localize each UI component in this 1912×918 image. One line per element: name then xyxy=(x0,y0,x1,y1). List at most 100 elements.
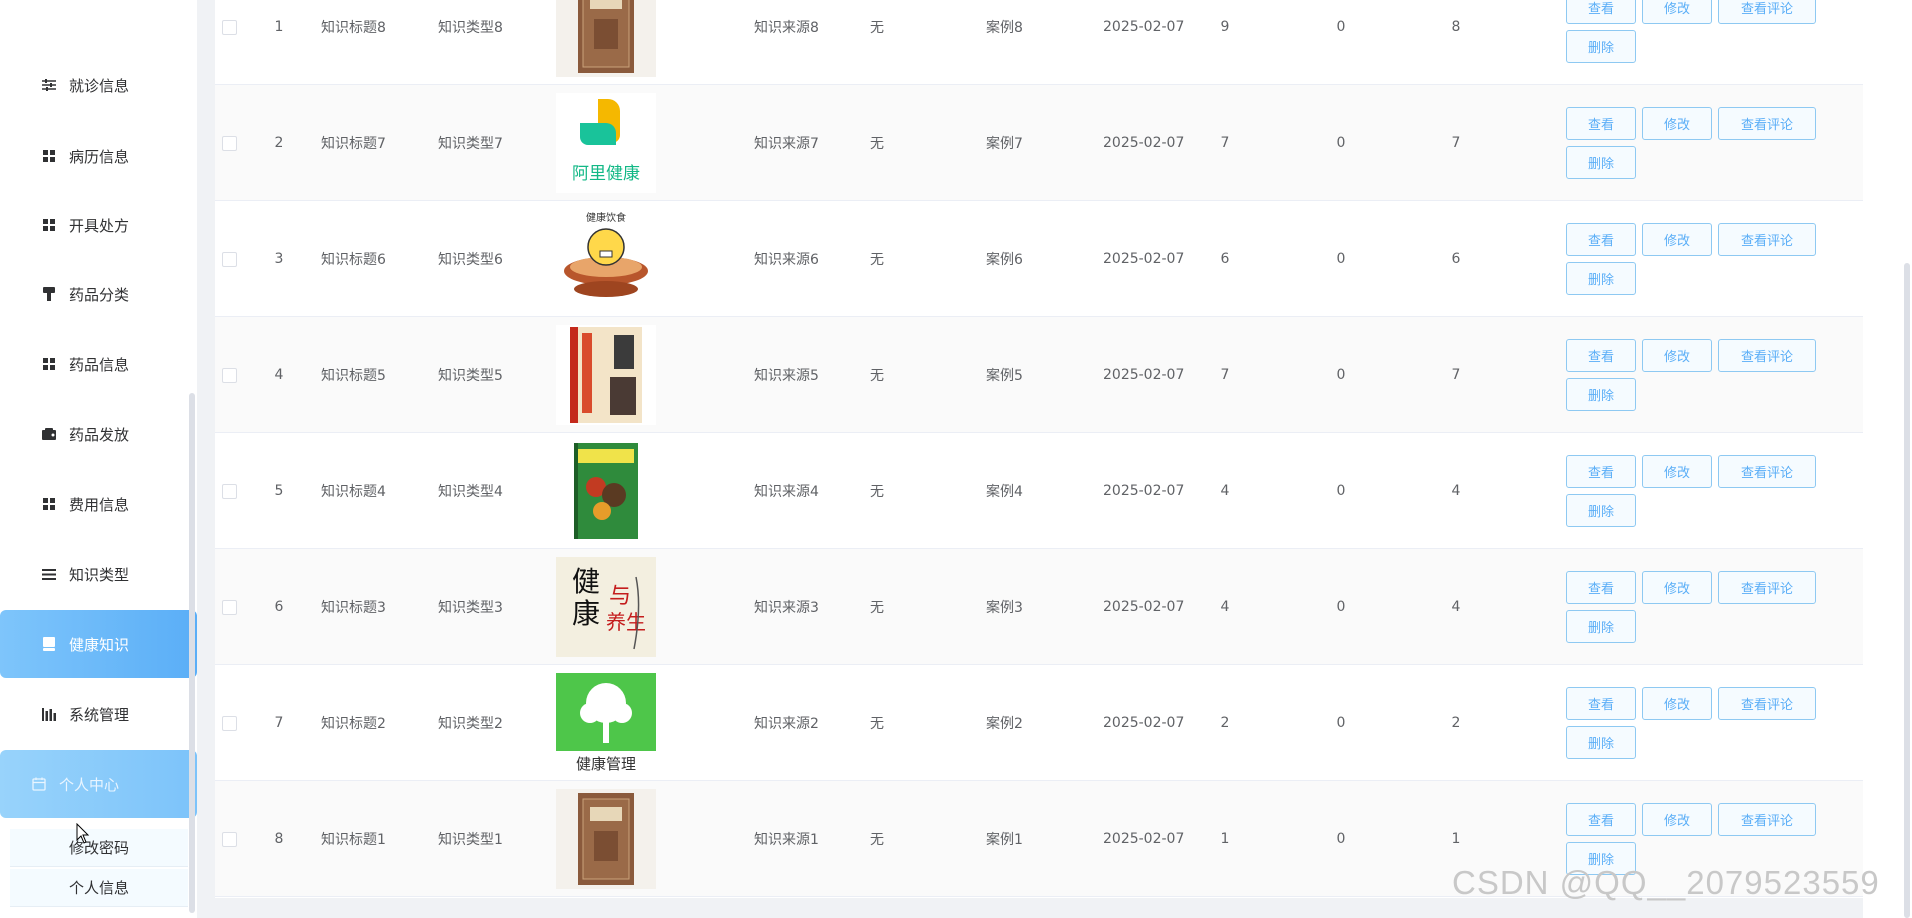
delete-button[interactable]: 删除 xyxy=(1566,494,1636,527)
row-checkbox[interactable] xyxy=(221,135,237,151)
svg-text:阿里健康: 阿里健康 xyxy=(572,164,640,184)
grid-icon xyxy=(41,217,57,233)
delete-button[interactable]: 删除 xyxy=(1566,726,1636,759)
count-3: 4 xyxy=(1451,483,1461,499)
count-2: 0 xyxy=(1336,367,1346,383)
knowledge-image xyxy=(553,317,659,433)
delete-button[interactable]: 删除 xyxy=(1566,30,1636,63)
edit-button[interactable]: 修改 xyxy=(1642,0,1712,24)
table-row: 2 知识标题7 知识类型7 阿里健康 知识来源7 无 案例7 2025-02-07 7 0 7 查看修… xyxy=(215,85,1863,201)
page-scrollbar[interactable] xyxy=(1904,263,1910,918)
count-3: 4 xyxy=(1451,599,1461,615)
submenu-personal-info[interactable]: 个人信息 xyxy=(10,869,188,907)
table-row: 7 知识标题2 知识类型2 健康管理 知识来源2 无 案例2 2025-02-07 2 0 2 查看修… xyxy=(215,665,1863,781)
svg-text:健康饮食: 健康饮食 xyxy=(586,211,626,224)
sidebar-item-label: 系统管理 xyxy=(69,705,130,724)
row-checkbox[interactable] xyxy=(221,483,237,499)
row-checkbox[interactable] xyxy=(221,367,237,383)
sidebar-item-prescription[interactable]: 开具处方 xyxy=(0,191,197,259)
brush-icon xyxy=(41,286,57,302)
view-comments-button[interactable]: 查看评论 xyxy=(1718,107,1816,140)
publish-date: 2025-02-07 xyxy=(1103,251,1185,267)
view-comments-button[interactable]: 查看评论 xyxy=(1718,223,1816,256)
row-checkbox-cell xyxy=(221,781,237,897)
knowledge-title: 知识标题3 xyxy=(321,600,386,616)
delete-button[interactable]: 删除 xyxy=(1566,146,1636,179)
view-comments-button[interactable]: 查看评论 xyxy=(1718,0,1816,24)
sidebar-item-knowledge-type[interactable]: 知识类型 xyxy=(0,540,197,608)
knowledge-source: 知识来源2 xyxy=(754,716,819,732)
sidebar-item-drug-dispense[interactable]: 药品发放 xyxy=(0,400,197,468)
svg-text:养生: 养生 xyxy=(606,610,646,634)
view-button[interactable]: 查看 xyxy=(1566,571,1636,604)
row-index: 8 xyxy=(274,831,284,847)
wallet-icon xyxy=(41,426,57,442)
count-2: 0 xyxy=(1336,135,1346,151)
view-button[interactable]: 查看 xyxy=(1566,455,1636,488)
view-comments-button[interactable]: 查看评论 xyxy=(1718,803,1816,836)
row-checkbox[interactable] xyxy=(221,599,237,615)
edit-button[interactable]: 修改 xyxy=(1642,571,1712,604)
view-button[interactable]: 查看 xyxy=(1566,339,1636,372)
page-scrollbar-track xyxy=(1863,0,1912,918)
knowledge-image xyxy=(553,781,659,897)
row-checkbox[interactable] xyxy=(221,831,237,847)
sidebar-item-label: 知识类型 xyxy=(69,565,130,584)
edit-button[interactable]: 修改 xyxy=(1642,107,1712,140)
sidebar-item-label: 开具处方 xyxy=(69,216,130,235)
sidebar-item-medical-records[interactable]: 病历信息 xyxy=(0,122,197,190)
row-actions: 查看 修改 查看评论删除 xyxy=(1566,665,1836,781)
delete-button[interactable]: 删除 xyxy=(1566,610,1636,643)
knowledge-image xyxy=(553,433,659,549)
view-comments-button[interactable]: 查看评论 xyxy=(1718,687,1816,720)
sidebar-scrollbar[interactable] xyxy=(189,393,195,913)
count-3: 7 xyxy=(1451,135,1461,151)
row-checkbox[interactable] xyxy=(221,251,237,267)
count-1: 7 xyxy=(1220,135,1230,151)
delete-button[interactable]: 删除 xyxy=(1566,378,1636,411)
table-row: 4 知识标题5 知识类型5 知识来源5 无 案例5 2025-02-07 7 0 7 查看 修改 查看评… xyxy=(215,317,1863,433)
sidebar-item-visit-info[interactable]: 就诊信息 xyxy=(0,51,197,119)
publish-date: 2025-02-07 xyxy=(1103,831,1185,847)
field-none: 无 xyxy=(870,832,884,848)
sidebar-item-label: 病历信息 xyxy=(69,147,130,166)
row-index: 7 xyxy=(274,715,284,731)
sidebar-item-label: 健康知识 xyxy=(69,635,130,654)
row-actions: 查看 修改 查看评论删除 xyxy=(1566,201,1836,317)
sidebar: 就诊信息 病历信息 开具处方 药品分类 药品信息 药品发放 费用信息 知识类型 … xyxy=(0,0,197,918)
edit-button[interactable]: 修改 xyxy=(1642,455,1712,488)
sidebar-item-system-management[interactable]: 系统管理 xyxy=(0,680,197,748)
sidebar-item-fee-info[interactable]: 费用信息 xyxy=(0,470,197,538)
view-button[interactable]: 查看 xyxy=(1566,803,1636,836)
view-button[interactable]: 查看 xyxy=(1566,0,1636,24)
row-index: 1 xyxy=(274,19,284,35)
submenu-label: 个人信息 xyxy=(68,879,129,897)
sliders-icon xyxy=(41,77,57,93)
view-button[interactable]: 查看 xyxy=(1566,687,1636,720)
table-row: 5 知识标题4 知识类型4 知识来源4 无 案例4 2025-02-07 4 0 4 查看 修改 查看评… xyxy=(215,433,1863,549)
delete-button[interactable]: 删除 xyxy=(1566,262,1636,295)
sidebar-item-personal-center[interactable]: 个人中心 xyxy=(0,750,197,818)
sidebar-item-health-knowledge[interactable]: 健康知识 xyxy=(0,610,197,678)
view-comments-button[interactable]: 查看评论 xyxy=(1718,455,1816,488)
data-table: 1 知识标题8 知识类型8 知识来源8 无案例8 2025-02-07 9 0 8 查看 修改 查看评… xyxy=(215,0,1863,898)
edit-button[interactable]: 修改 xyxy=(1642,339,1712,372)
book-icon xyxy=(41,636,57,652)
knowledge-title: 知识标题6 xyxy=(321,252,386,268)
row-index: 5 xyxy=(274,483,284,499)
view-button[interactable]: 查看 xyxy=(1566,107,1636,140)
view-comments-button[interactable]: 查看评论 xyxy=(1718,339,1816,372)
sidebar-item-drug-info[interactable]: 药品信息 xyxy=(0,330,197,398)
edit-button[interactable]: 修改 xyxy=(1642,223,1712,256)
row-checkbox[interactable] xyxy=(221,19,237,35)
submenu-change-password[interactable]: 修改密码 xyxy=(10,829,188,867)
sidebar-item-drug-category[interactable]: 药品分类 xyxy=(0,260,197,328)
edit-button[interactable]: 修改 xyxy=(1642,803,1712,836)
count-2: 0 xyxy=(1336,19,1346,35)
knowledge-image: 阿里健康 xyxy=(553,85,659,201)
view-button[interactable]: 查看 xyxy=(1566,223,1636,256)
menu-icon xyxy=(41,566,57,582)
view-comments-button[interactable]: 查看评论 xyxy=(1718,571,1816,604)
row-checkbox[interactable] xyxy=(221,715,237,731)
edit-button[interactable]: 修改 xyxy=(1642,687,1712,720)
